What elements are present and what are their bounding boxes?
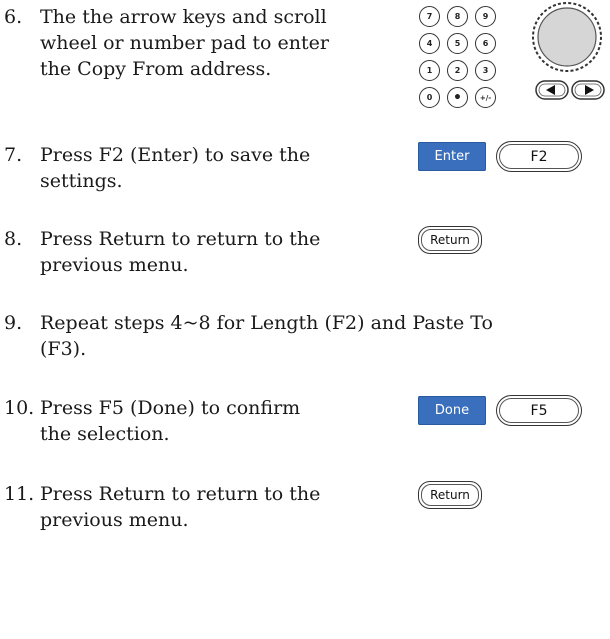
- key-0[interactable]: 0: [419, 87, 440, 108]
- key-2[interactable]: 2: [447, 60, 468, 81]
- step-number: 7.: [4, 144, 23, 166]
- step-number: 11.: [4, 483, 35, 505]
- key-6[interactable]: 6: [475, 33, 496, 54]
- step-7: 7. Press F2 (Enter) to save the settings…: [4, 142, 424, 196]
- key-5[interactable]: 5: [447, 33, 468, 54]
- key-1[interactable]: 1: [419, 60, 440, 81]
- return-button[interactable]: Return: [418, 481, 482, 509]
- key-3[interactable]: 3: [475, 60, 496, 81]
- step-number: 8.: [4, 228, 23, 250]
- right-arrow-key-icon[interactable]: [571, 80, 605, 100]
- f5-button[interactable]: F5: [496, 395, 582, 426]
- step-11: 11. Press Return to return to the previo…: [4, 481, 424, 535]
- done-softkey[interactable]: Done: [418, 396, 486, 425]
- step-8: 8. Press Return to return to the previou…: [4, 226, 424, 280]
- step-number: 10.: [4, 397, 35, 419]
- scroll-wheel-icon[interactable]: [530, 0, 604, 74]
- key-4[interactable]: 4: [419, 33, 440, 54]
- step-6: 6. The the arrow keys and scroll wheel o…: [4, 4, 424, 84]
- f2-button[interactable]: F2: [496, 141, 582, 172]
- left-arrow-key-icon[interactable]: [535, 80, 569, 100]
- step-text: Repeat steps 4~8 for Length (F2) and Pas…: [40, 312, 493, 360]
- step-text: Press F2 (Enter) to save the settings.: [40, 144, 311, 192]
- key-8[interactable]: 8: [447, 6, 468, 27]
- step-text: Press Return to return to the previous m…: [40, 228, 321, 276]
- step-text: Press F5 (Done) to confirm the selection…: [40, 397, 301, 445]
- return-button[interactable]: Return: [418, 226, 482, 254]
- step-number: 6.: [4, 6, 23, 28]
- step-text: The the arrow keys and scroll wheel or n…: [40, 6, 329, 80]
- key-7[interactable]: 7: [419, 6, 440, 27]
- step-10: 10. Press F5 (Done) to confirm the selec…: [4, 395, 424, 449]
- key-plus-minus[interactable]: +/-: [475, 87, 496, 108]
- key-9[interactable]: 9: [475, 6, 496, 27]
- enter-softkey[interactable]: Enter: [418, 142, 486, 171]
- step-text: Press Return to return to the previous m…: [40, 483, 321, 531]
- step-number: 9.: [4, 312, 23, 334]
- step-9: 9. Repeat steps 4~8 for Length (F2) and …: [4, 310, 604, 364]
- key-decimal[interactable]: •: [447, 87, 468, 108]
